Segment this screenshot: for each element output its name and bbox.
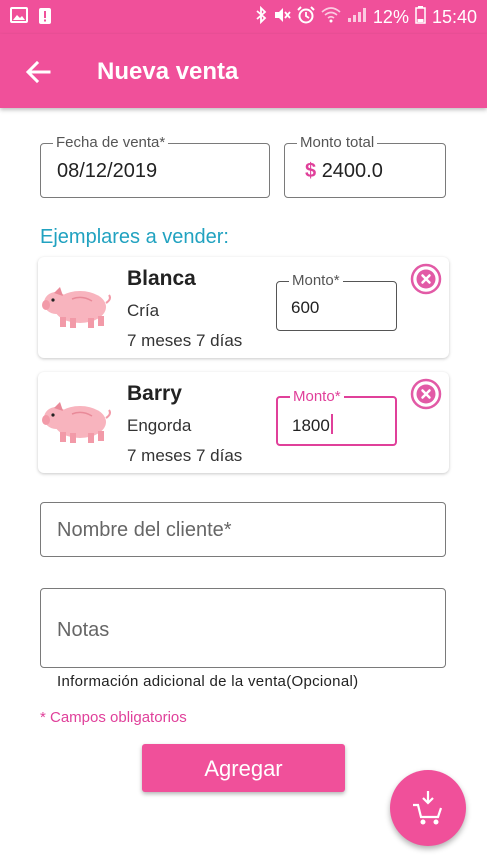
animal-age: 7 meses 7 días xyxy=(127,331,243,350)
monto-input[interactable]: Monto* 600 xyxy=(276,272,397,331)
animal-card: Blanca Cría 7 meses 7 días Monto* 600 xyxy=(38,257,449,358)
cart-download-button[interactable] xyxy=(390,770,466,846)
agregar-button[interactable]: Agregar xyxy=(142,744,345,792)
fecha-field[interactable]: Fecha de venta* 08/12/2019 xyxy=(40,134,270,198)
monto-label: Monto* xyxy=(290,388,344,406)
gallery-icon xyxy=(10,7,28,30)
pig-icon xyxy=(42,398,114,451)
remove-icon[interactable] xyxy=(410,378,442,410)
monto-input[interactable]: Monto* 1800 xyxy=(276,388,397,446)
monto-value: 1800 xyxy=(292,416,330,435)
cart-download-icon xyxy=(413,791,443,825)
cliente-placeholder: Nombre del cliente* xyxy=(57,519,232,541)
app-bar: Nueva venta xyxy=(0,34,487,108)
notas-placeholder: Notas xyxy=(57,619,110,641)
alert-icon xyxy=(38,7,52,30)
notas-input[interactable]: Notas xyxy=(40,588,446,668)
cliente-input[interactable]: Nombre del cliente* xyxy=(40,502,446,557)
remove-icon[interactable] xyxy=(410,263,442,295)
mute-icon xyxy=(273,6,291,29)
text-cursor xyxy=(330,414,333,434)
monto-value: 600 xyxy=(291,298,320,317)
pig-icon xyxy=(42,283,114,336)
arrow-left-icon[interactable] xyxy=(22,56,54,88)
animal-stage: Engorda xyxy=(127,416,192,435)
animal-name: Barry xyxy=(127,382,182,405)
status-bar: 12% 15:40 xyxy=(0,0,487,34)
currency-symbol: $ xyxy=(305,160,317,182)
wifi-icon xyxy=(321,7,341,28)
animal-age: 7 meses 7 días xyxy=(127,446,243,465)
section-title: Ejemplares a vender: xyxy=(40,226,229,248)
monto-total-value: 2400.0 xyxy=(321,160,383,182)
required-note: * Campos obligatorios xyxy=(40,709,187,726)
battery-text: 12% xyxy=(372,7,409,27)
monto-total-label: Monto total xyxy=(297,134,378,152)
alarm-icon xyxy=(297,6,315,29)
signal-icon xyxy=(347,7,367,28)
battery-icon xyxy=(415,6,426,29)
animal-name: Blanca xyxy=(127,267,196,290)
animal-card: Barry Engorda 7 meses 7 días Monto* 1800 xyxy=(38,372,449,473)
page-title: Nueva venta xyxy=(97,58,239,85)
animal-stage: Cría xyxy=(127,301,160,320)
monto-total-value-wrap: $ 2400.0 xyxy=(305,160,383,183)
monto-value-wrap: 1800 xyxy=(292,414,333,436)
fecha-value: 08/12/2019 xyxy=(57,160,158,182)
notas-helper-text: Información adicional de la venta(Opcion… xyxy=(57,673,359,690)
monto-total-field[interactable]: Monto total $ 2400.0 xyxy=(284,134,446,198)
clock-text: 15:40 xyxy=(431,7,477,27)
fecha-label: Fecha de venta* xyxy=(53,134,169,152)
monto-label: Monto* xyxy=(289,272,343,290)
bluetooth-icon xyxy=(255,5,267,29)
